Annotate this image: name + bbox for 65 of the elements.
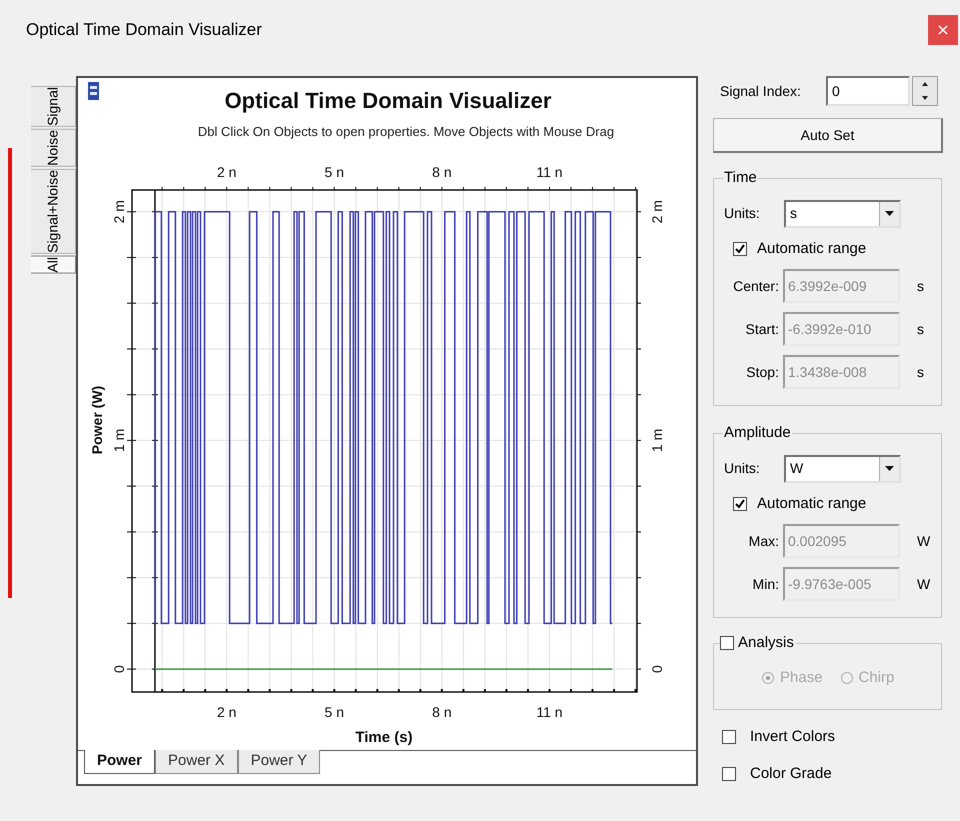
tick-label: 0 — [649, 665, 665, 674]
plot-tab[interactable]: Power Y — [238, 750, 320, 774]
spin-buttons[interactable] — [912, 76, 938, 106]
checkbox[interactable] — [722, 730, 736, 744]
tick-label: 2 n — [216, 164, 236, 180]
caret-icon — [885, 466, 894, 471]
chart-title: Optical Time Domain Visualizer — [224, 88, 552, 113]
close-button[interactable] — [928, 15, 958, 45]
unit-label: s — [917, 276, 924, 296]
checkbox-label: Automatic range — [757, 238, 866, 258]
tick-label: 1 m — [649, 428, 665, 452]
arrow-down-icon — [921, 95, 929, 101]
axis-title: Time (s) — [355, 729, 413, 746]
side-tab[interactable]: Signal — [31, 86, 76, 127]
tick-label: 1 m — [111, 428, 127, 452]
tick-label: 2 n — [216, 704, 236, 720]
radio-label: Chirp — [858, 668, 894, 688]
caret-icon — [885, 211, 894, 216]
unit-label: W — [917, 532, 930, 550]
signal-index-field[interactable]: 0 — [826, 76, 910, 106]
tick-label: 8 n — [432, 704, 452, 720]
auto-set-button[interactable]: Auto Set — [713, 118, 943, 153]
checkbox-label: Invert Colors — [750, 727, 836, 747]
plot-tab[interactable]: Power X — [155, 750, 238, 774]
window-title: Optical Time Domain Visualizer — [26, 19, 262, 42]
field-label: Stop: — [745, 362, 780, 382]
group-title: Analysis — [738, 633, 794, 653]
group-title: Time — [723, 168, 758, 188]
checkbox[interactable] — [733, 242, 747, 256]
field-label: Max: — [748, 532, 780, 550]
checkbox-label: Color Grade — [750, 764, 832, 784]
panel-icon — [88, 82, 99, 100]
arrow-up-icon — [921, 81, 929, 87]
side-tab[interactable]: Noise — [31, 128, 76, 167]
field-label: Signal Index: — [720, 82, 802, 101]
field-label: Units: — [724, 204, 761, 223]
field-label: Min: — [752, 574, 780, 594]
close-icon — [938, 25, 948, 35]
side-tab[interactable]: Signal+Noise — [31, 168, 76, 254]
field-label: Center: — [732, 276, 780, 296]
chart-hint: Dbl Click On Objects to open properties. Move Objects with Mouse Drag — [198, 124, 614, 139]
checkbox[interactable] — [720, 636, 734, 650]
unit-label: s — [917, 320, 924, 338]
tick-label: 11 n — [536, 704, 563, 720]
tick-label: 2 m — [111, 200, 127, 224]
checkbox-label: Automatic range — [757, 494, 866, 514]
side-tab[interactable]: All — [31, 256, 76, 274]
tick-label: 5 n — [324, 164, 344, 180]
checkbox[interactable] — [733, 496, 747, 511]
radio-label: Phase — [780, 668, 823, 688]
group-title: Amplitude — [723, 423, 792, 443]
field-label: Units: — [724, 459, 761, 478]
tick-label: 2 m — [649, 200, 665, 224]
checkbox[interactable] — [722, 766, 736, 781]
units-dropdown[interactable]: s — [784, 200, 901, 228]
field-label: Start: — [744, 320, 780, 338]
unit-label: s — [917, 362, 924, 382]
unit-label: W — [917, 574, 930, 594]
tick-label: 8 n — [432, 164, 452, 180]
plot-tab[interactable]: Power — [84, 750, 156, 774]
tick-label: 11 n — [536, 164, 563, 180]
tick-label: 5 n — [324, 704, 344, 720]
units-dropdown[interactable]: W — [784, 454, 901, 482]
axis-title: Power (W) — [89, 386, 105, 454]
tick-label: 0 — [111, 665, 127, 674]
